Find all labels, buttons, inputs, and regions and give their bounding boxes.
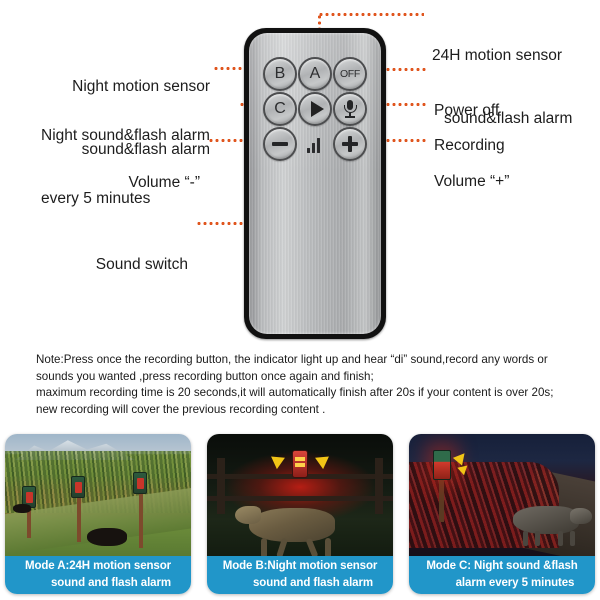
mode-a-caption: Mode A:24H motion sensor sound and flash… xyxy=(5,556,191,594)
mode-b-caption-line1: Mode B:Night motion sensor xyxy=(222,560,378,572)
mode-b-caption: Mode B:Night motion sensor sound and fla… xyxy=(207,556,393,594)
mode-c-photo xyxy=(409,434,595,556)
remote-button-c[interactable]: C xyxy=(263,92,297,126)
mode-b-caption-line2: sound and flash alarm xyxy=(253,577,373,589)
callout-volume-down-label: Volume “-” xyxy=(128,174,201,191)
remote-button-a[interactable]: A xyxy=(298,57,332,91)
remote-button-volume-up[interactable] xyxy=(333,127,367,161)
mode-c-caption-line1: Mode C: Night sound &flash xyxy=(426,560,578,572)
mode-example-gallery: Mode A:24H motion sensor sound and flash… xyxy=(0,432,600,600)
boar-silhouette xyxy=(513,506,592,546)
mode-c-caption: Mode C: Night sound &flash alarm every 5… xyxy=(409,556,595,594)
remote-control: B A OFF C xyxy=(244,28,386,339)
note-line-1: Note:Press once the recording button, th… xyxy=(36,353,548,366)
callout-sound-switch: Sound switch xyxy=(40,212,188,317)
mode-a-photo xyxy=(5,434,191,556)
sound-level-bars-icon[interactable] xyxy=(307,137,325,153)
mode-c-caption-line2: alarm every 5 minutes xyxy=(455,577,575,589)
plus-icon xyxy=(342,136,358,152)
mode-a-caption-line1: Mode A:24H motion sensor xyxy=(24,560,172,572)
remote-button-b[interactable]: B xyxy=(263,57,297,91)
mode-a-caption-line2: sound and flash alarm xyxy=(51,577,171,589)
remote-callout-diagram: B A OFF C Night motion sensor sound&flas… xyxy=(0,0,600,345)
wolf-silhouette xyxy=(235,506,335,556)
microphone-icon xyxy=(342,100,358,118)
minus-icon xyxy=(272,142,288,146)
mode-card-b[interactable]: Mode B:Night motion sensor sound and fla… xyxy=(207,434,393,594)
connector-24h-horizontal xyxy=(318,13,424,16)
note-line-2: sounds you wanted ,press recording butto… xyxy=(36,369,374,383)
mode-b-photo xyxy=(207,434,393,556)
recording-note-block: Note:Press once the recording button, th… xyxy=(36,352,576,418)
mode-card-a[interactable]: Mode A:24H motion sensor sound and flash… xyxy=(5,434,191,594)
remote-button-record[interactable] xyxy=(333,92,367,126)
callout-volume-up: Volume “+” xyxy=(434,129,594,234)
remote-button-off[interactable]: OFF xyxy=(333,57,367,91)
remote-button-play[interactable] xyxy=(298,92,332,126)
note-line-4: new recording will cover the previous re… xyxy=(36,402,326,416)
remote-button-volume-down[interactable] xyxy=(263,127,297,161)
mode-card-c[interactable]: Mode C: Night sound &flash alarm every 5… xyxy=(409,434,595,594)
play-icon xyxy=(310,101,324,117)
note-line-3: maximum recording time is 20 seconds,it … xyxy=(36,386,554,400)
callout-sound-switch-label: Sound switch xyxy=(95,256,188,273)
callout-volume-up-label: Volume “+” xyxy=(434,173,510,190)
remote-faceplate: B A OFF C xyxy=(249,33,381,334)
